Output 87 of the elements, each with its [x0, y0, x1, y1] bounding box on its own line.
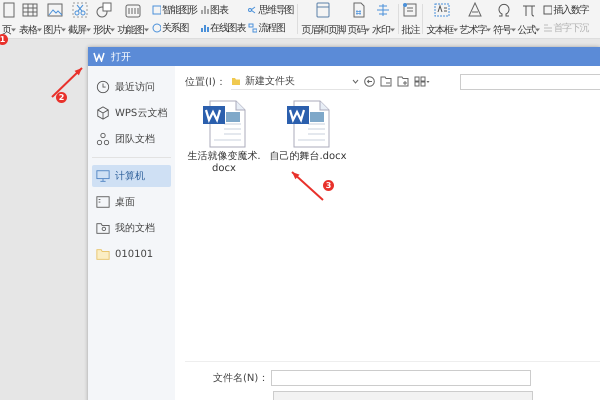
page-icon — [1, 2, 17, 18]
location-label: 位置(I)： — [185, 76, 226, 88]
ribbon-label[interactable]: 批注 — [402, 22, 420, 36]
cube-icon — [96, 106, 110, 120]
ribbon-small-item[interactable]: 思维导图 — [248, 3, 294, 17]
sidebar-item[interactable]: 010101 — [92, 243, 171, 265]
caret-icon — [10, 28, 16, 32]
caret-icon — [486, 28, 492, 32]
ribbon-label[interactable]: 表格 — [19, 22, 37, 36]
filename-label: 文件名(N)： — [213, 372, 268, 385]
chart-icon — [125, 2, 142, 18]
filename-field[interactable] — [271, 370, 532, 386]
desktop-icon — [96, 195, 110, 209]
ribbon-label[interactable]: 水印 — [372, 22, 390, 36]
ribbon-small-item[interactable]: 流程图 — [248, 21, 294, 35]
new-folder-icon — [396, 76, 409, 87]
online-chart-icon — [200, 23, 210, 33]
text-box-icon — [434, 2, 450, 18]
omega-icon — [496, 2, 512, 18]
caret-icon — [144, 28, 149, 32]
picture-icon — [46, 2, 63, 18]
file-name[interactable]: 生活就像变魔术.docx — [185, 151, 263, 175]
caret-icon — [61, 28, 66, 32]
ribbon-label[interactable]: 符号 — [493, 22, 511, 36]
ribbon-label[interactable]: 艺术字 — [460, 22, 486, 36]
grid-view-icon — [414, 76, 430, 87]
sidebar-item[interactable]: 计算机 — [92, 165, 171, 187]
flowchart-icon — [248, 23, 258, 33]
drop-cap-icon — [543, 23, 552, 33]
folder-icon — [380, 76, 392, 87]
ribbon-label[interactable]: 文本框 — [426, 22, 453, 36]
sidebar-item[interactable]: WPS云文档 — [92, 102, 171, 124]
step-badge: 1 — [0, 34, 8, 45]
chevron-down-icon — [352, 78, 359, 84]
sidebar-item[interactable]: 最近访问 — [92, 76, 171, 98]
logo-icon — [93, 52, 105, 62]
sidebar-item[interactable]: 桌面 — [92, 191, 171, 213]
folder-icon — [96, 247, 110, 261]
caret-icon — [365, 28, 370, 32]
caret-icon — [390, 28, 395, 32]
ribbon-small-item[interactable]: 智能图形 — [152, 3, 198, 17]
ribbon-label[interactable]: 页 — [2, 22, 11, 36]
smart-graphic-icon — [152, 5, 161, 15]
word-document-icon — [202, 100, 246, 148]
comment-icon — [402, 2, 418, 18]
page-number-icon — [350, 2, 367, 18]
ribbon-label[interactable]: 截屏 — [68, 22, 86, 36]
watermark-icon — [375, 2, 392, 18]
mind-map-icon — [248, 5, 258, 15]
caret-icon — [36, 28, 42, 32]
caret-icon — [510, 28, 516, 32]
ribbon-label[interactable]: 功能图 — [117, 22, 144, 36]
bar-chart-icon — [200, 5, 210, 15]
location-dropdown[interactable]: 新建文件夹 — [230, 73, 359, 90]
user-folder-icon — [96, 221, 110, 235]
ribbon-label[interactable]: 页码 — [347, 22, 366, 36]
folder-icon — [230, 76, 241, 86]
number-icon — [543, 5, 552, 15]
scissors-icon — [72, 2, 88, 18]
caret-icon — [535, 28, 540, 32]
sidebar-item[interactable]: 团队文档 — [92, 128, 171, 150]
art-text-icon — [467, 2, 484, 18]
back-icon — [364, 76, 375, 87]
step-badge: 2 — [56, 92, 67, 103]
ribbon-label[interactable]: 页眉和页脚 — [301, 22, 346, 36]
sidebar-item[interactable]: 我的文档 — [92, 217, 171, 239]
search-field[interactable] — [460, 74, 600, 90]
caret-icon — [452, 28, 458, 32]
ribbon-label[interactable]: 图片 — [44, 22, 62, 36]
ribbon-small-item[interactable]: 在线图表 — [200, 21, 246, 35]
caret-icon — [86, 28, 91, 32]
arrow — [292, 172, 323, 200]
header-footer-icon — [315, 2, 332, 18]
dialog-title: 打开 — [111, 50, 131, 64]
ribbon-small-item[interactable]: 关系图 — [152, 21, 198, 35]
clock-icon — [96, 80, 110, 94]
monitor-icon — [96, 169, 110, 183]
ribbon-small-item[interactable]: 图表 — [200, 3, 246, 17]
word-document-icon — [286, 100, 330, 148]
relation-icon — [152, 23, 161, 33]
team-icon — [96, 132, 110, 146]
ribbon-small-item[interactable]: 插入数字 — [543, 3, 589, 17]
ribbon-label[interactable]: 公式 — [518, 22, 536, 36]
caret-icon — [110, 28, 116, 32]
table-icon — [22, 2, 38, 18]
file-name[interactable]: 自己的舞台.docx — [269, 151, 347, 163]
ribbon-label[interactable]: 形状 — [92, 22, 110, 36]
